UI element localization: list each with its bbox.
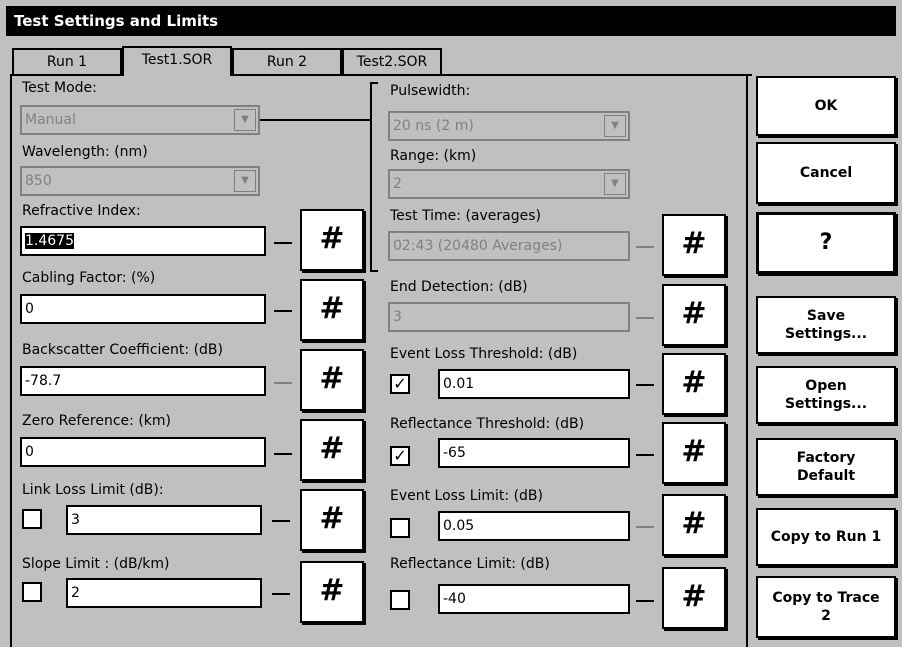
slope-limit-keypad-button[interactable]: # <box>300 561 364 623</box>
range-label: Range: (km) <box>390 148 477 164</box>
test-time-input[interactable]: 02:43 (20480 Averages) <box>388 231 630 261</box>
test-time-keypad-button[interactable]: # <box>662 214 726 276</box>
cabling-factor-label: Cabling Factor: (%) <box>22 270 156 286</box>
connector-dash <box>274 453 292 455</box>
reflectance-limit-keypad-button[interactable]: # <box>662 567 726 629</box>
test-mode-value: Manual <box>25 112 76 128</box>
reflectance-limit-checkbox[interactable] <box>390 590 410 610</box>
wavelength-select[interactable]: 850 ▼ <box>20 166 260 196</box>
pulsewidth-label: Pulsewidth: <box>390 83 471 99</box>
link-loss-limit-checkbox[interactable] <box>22 509 42 529</box>
backscatter-input[interactable]: -78.7 <box>20 366 266 396</box>
event-loss-threshold-checkbox[interactable]: ✓ <box>390 374 410 394</box>
open-settings-button[interactable]: Open Settings... <box>756 366 896 424</box>
connector-dash <box>636 454 654 456</box>
tab-run-2[interactable]: Run 2 <box>232 48 342 74</box>
copy-to-run-button[interactable]: Copy to Run 1 <box>756 508 896 566</box>
event-loss-threshold-input[interactable]: 0.01 <box>438 369 630 399</box>
backscatter-label: Backscatter Coefficient: (dB) <box>22 342 223 358</box>
event-loss-limit-checkbox[interactable] <box>390 518 410 538</box>
link-loss-limit-input[interactable]: 3 <box>66 505 262 535</box>
reflectance-limit-label: Reflectance Limit: (dB) <box>390 556 550 572</box>
connector-dash <box>272 520 290 522</box>
test-time-label: Test Time: (averages) <box>390 208 541 224</box>
refractive-index-value: 1.4675 <box>25 233 74 249</box>
window-title: Test Settings and Limits <box>6 6 896 36</box>
event-loss-limit-keypad-button[interactable]: # <box>662 494 726 556</box>
reflectance-threshold-checkbox[interactable]: ✓ <box>390 446 410 466</box>
pulsewidth-select[interactable]: 20 ns (2 m) ▼ <box>388 111 630 141</box>
chevron-down-icon: ▼ <box>234 109 256 131</box>
zero-reference-input[interactable]: 0 <box>20 437 266 467</box>
end-detection-keypad-button[interactable]: # <box>662 284 726 346</box>
connector-dash <box>636 246 654 248</box>
link-loss-limit-keypad-button[interactable]: # <box>300 489 364 551</box>
event-loss-threshold-label: Event Loss Threshold: (dB) <box>390 346 578 362</box>
ok-button[interactable]: OK <box>756 76 896 136</box>
slope-limit-input[interactable]: 2 <box>66 578 262 608</box>
end-detection-label: End Detection: (dB) <box>390 279 528 295</box>
tab-strip: Run 1 Test1.SOR Run 2 Test2.SOR <box>0 36 752 76</box>
reflectance-threshold-keypad-button[interactable]: # <box>662 422 726 484</box>
bracket-bottom <box>370 270 378 272</box>
range-select[interactable]: 2 ▼ <box>388 169 630 199</box>
event-loss-threshold-keypad-button[interactable]: # <box>662 353 726 415</box>
cabling-factor-input[interactable]: 0 <box>20 294 266 324</box>
copy-to-trace-button[interactable]: Copy to Trace 2 <box>756 576 896 638</box>
chevron-down-icon: ▼ <box>604 115 626 137</box>
backscatter-keypad-button[interactable]: # <box>300 349 364 411</box>
event-loss-limit-input[interactable]: 0.05 <box>438 511 630 541</box>
event-loss-limit-label: Event Loss Limit: (dB) <box>390 488 544 504</box>
connector-dash <box>636 526 654 528</box>
save-settings-button[interactable]: Save Settings... <box>756 296 896 354</box>
slope-limit-checkbox[interactable] <box>22 582 42 602</box>
sidebar-divider <box>746 74 748 647</box>
refractive-index-keypad-button[interactable]: # <box>300 209 364 271</box>
tab-test1-sor[interactable]: Test1.SOR <box>122 46 232 76</box>
reflectance-limit-input[interactable]: -40 <box>438 584 630 614</box>
chevron-down-icon: ▼ <box>234 170 256 192</box>
bracket-top <box>370 82 378 84</box>
connector-dash <box>636 600 654 602</box>
tab-test2-sor[interactable]: Test2.SOR <box>342 48 442 74</box>
range-value: 2 <box>393 176 402 192</box>
wavelength-label: Wavelength: (nm) <box>22 144 148 160</box>
reflectance-threshold-input[interactable]: -65 <box>438 438 630 468</box>
connector-dash <box>274 242 292 244</box>
help-button[interactable]: ? <box>756 212 896 274</box>
factory-default-button[interactable]: Factory Default <box>756 438 896 496</box>
tab-run-1[interactable]: Run 1 <box>12 48 122 74</box>
connector-dash <box>272 593 290 595</box>
refractive-index-input[interactable]: 1.4675 <box>20 226 266 256</box>
wavelength-value: 850 <box>25 173 52 189</box>
connector-dash <box>274 310 292 312</box>
end-detection-input[interactable]: 3 <box>388 302 630 332</box>
bracket-line <box>370 82 372 272</box>
link-loss-limit-label: Link Loss Limit (dB): <box>22 482 164 498</box>
cabling-factor-keypad-button[interactable]: # <box>300 279 364 341</box>
chevron-down-icon: ▼ <box>604 173 626 195</box>
test-mode-select[interactable]: Manual ▼ <box>20 105 260 135</box>
zero-reference-label: Zero Reference: (km) <box>22 413 172 429</box>
connector-line <box>260 119 372 121</box>
settings-window: Test Settings and Limits Run 1 Test1.SOR… <box>0 0 902 647</box>
connector-dash <box>274 382 292 384</box>
connector-dash <box>636 317 654 319</box>
cancel-button[interactable]: Cancel <box>756 142 896 204</box>
slope-limit-label: Slope Limit : (dB/km) <box>22 556 170 572</box>
connector-dash <box>636 384 654 386</box>
zero-reference-keypad-button[interactable]: # <box>300 419 364 481</box>
refractive-index-label: Refractive Index: <box>22 203 141 219</box>
pulsewidth-value: 20 ns (2 m) <box>393 118 474 134</box>
test-mode-label: Test Mode: <box>22 80 97 96</box>
reflectance-threshold-label: Reflectance Threshold: (dB) <box>390 416 585 432</box>
